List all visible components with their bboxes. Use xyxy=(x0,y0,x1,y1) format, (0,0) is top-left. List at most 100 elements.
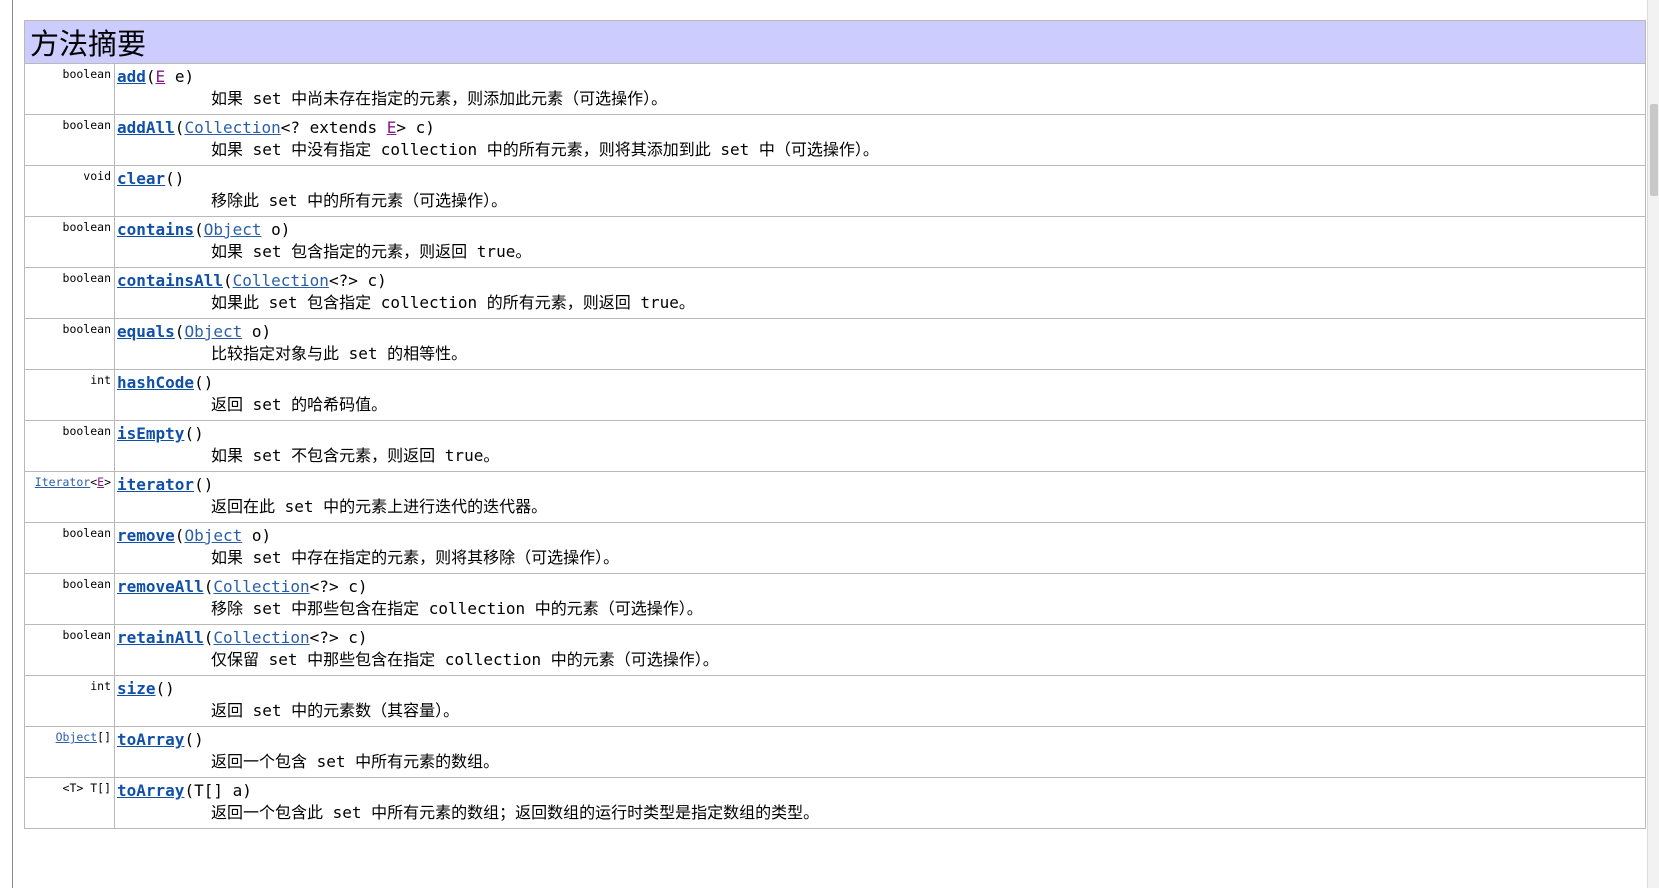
method-detail-cell: equals(Object o) 比较指定对象与此 set 的相等性。 xyxy=(114,318,1646,370)
method-return-type: boolean xyxy=(24,216,115,268)
method-name-link[interactable]: remove xyxy=(117,526,175,545)
method-row: Iterator<E> iterator() 返回在此 set 中的元素上进行迭代的… xyxy=(24,471,1646,523)
signature-text: ( xyxy=(174,118,185,137)
method-description: 返回一个包含此 set 中所有元素的数组；返回数组的运行时类型是指定数组的类型。 xyxy=(211,803,820,822)
param-type-link[interactable]: Collection xyxy=(213,628,309,647)
method-name-link[interactable]: removeAll xyxy=(117,577,204,596)
method-name-link[interactable]: iterator xyxy=(117,475,194,494)
return-type-text: boolean xyxy=(62,118,111,132)
signature-text: o) xyxy=(242,322,272,341)
method-signature: hashCode() xyxy=(117,372,1645,394)
param-type-link[interactable]: Object xyxy=(204,220,262,239)
method-detail-cell: containsAll(Collection<?> c) 如果此 set 包含指定… xyxy=(114,267,1646,319)
method-row: Object[] toArray() 返回一个包含 set 中所有元素的数组。 xyxy=(24,726,1646,778)
return-type-link[interactable]: Iterator xyxy=(35,475,90,489)
method-name-link[interactable]: hashCode xyxy=(117,373,194,392)
method-signature: size() xyxy=(117,678,1645,700)
method-name-link[interactable]: equals xyxy=(117,322,175,341)
method-signature: addAll(Collection<? extends E> c) xyxy=(117,117,1645,139)
method-description: 比较指定对象与此 set 的相等性。 xyxy=(211,344,468,363)
return-type-link[interactable]: Object xyxy=(56,730,98,744)
method-return-type: Iterator<E> xyxy=(24,471,115,523)
signature-text: ( xyxy=(145,67,156,86)
return-type-text: boolean xyxy=(62,526,111,540)
param-type-link[interactable]: Collection xyxy=(184,118,280,137)
signature-text: () xyxy=(194,373,214,392)
signature-text: ( xyxy=(174,526,185,545)
method-name-link[interactable]: clear xyxy=(117,169,165,188)
method-description: 如果 set 中存在指定的元素，则将其移除（可选操作）。 xyxy=(211,548,620,567)
method-row: boolean isEmpty() 如果 set 不包含元素，则返回 true。 xyxy=(24,420,1646,472)
method-return-type: void xyxy=(24,165,115,217)
signature-text: () xyxy=(184,424,204,443)
method-row: boolean remove(Object o) 如果 set 中存在指定的元素，则… xyxy=(24,522,1646,574)
method-detail-cell: iterator() 返回在此 set 中的元素上进行迭代的迭代器。 xyxy=(114,471,1646,523)
signature-text: <?> c) xyxy=(309,628,368,647)
method-name-link[interactable]: toArray xyxy=(117,730,184,749)
method-signature: isEmpty() xyxy=(117,423,1645,445)
scrollbar-thumb[interactable] xyxy=(1650,104,1658,196)
signature-text: o) xyxy=(242,526,272,545)
type-parameter-link[interactable]: E xyxy=(156,67,166,86)
method-description: 如果此 set 包含指定 collection 的所有元素，则返回 true。 xyxy=(211,293,695,312)
method-detail-cell: remove(Object o) 如果 set 中存在指定的元素，则将其移除（可选… xyxy=(114,522,1646,574)
method-row: int size() 返回 set 中的元素数（其容量）。 xyxy=(24,675,1646,727)
signature-text: ( xyxy=(203,577,214,596)
method-name-link[interactable]: toArray xyxy=(117,781,184,800)
method-name-link[interactable]: retainAll xyxy=(117,628,204,647)
method-signature: containsAll(Collection<?> c) xyxy=(117,270,1645,292)
method-return-type: boolean xyxy=(24,522,115,574)
method-return-type: boolean xyxy=(24,318,115,370)
method-name-link[interactable]: add xyxy=(117,67,146,86)
signature-text: () xyxy=(165,169,185,188)
method-name-link[interactable]: size xyxy=(117,679,156,698)
type-parameter-link[interactable]: E xyxy=(387,118,397,137)
method-return-type: boolean xyxy=(24,114,115,166)
vertical-scrollbar[interactable] xyxy=(1647,0,1659,888)
method-signature: removeAll(Collection<?> c) xyxy=(117,576,1645,598)
left-frame-border xyxy=(12,0,13,888)
method-description: 移除此 set 中的所有元素（可选操作）。 xyxy=(211,191,508,210)
return-type-text: boolean xyxy=(62,271,111,285)
method-name-link[interactable]: containsAll xyxy=(117,271,223,290)
method-description: 返回一个包含 set 中所有元素的数组。 xyxy=(211,752,500,771)
return-type-text: int xyxy=(90,679,111,693)
signature-text: e) xyxy=(165,67,195,86)
signature-text: () xyxy=(194,475,214,494)
method-return-type: int xyxy=(24,369,115,421)
method-name-link[interactable]: isEmpty xyxy=(117,424,184,443)
param-type-link[interactable]: Collection xyxy=(213,577,309,596)
method-name-link[interactable]: addAll xyxy=(117,118,175,137)
method-summary-table: 方法摘要 boolean add(E e) 如果 set 中尚未存在指定的元素，则添… xyxy=(24,20,1646,829)
param-type-link[interactable]: Object xyxy=(184,322,242,341)
method-detail-cell: add(E e) 如果 set 中尚未存在指定的元素，则添加此元素（可选操作）。 xyxy=(114,63,1646,115)
signature-text: () xyxy=(155,679,175,698)
method-return-type: boolean xyxy=(24,573,115,625)
signature-text: ( xyxy=(222,271,233,290)
param-type-link[interactable]: Object xyxy=(184,526,242,545)
method-detail-cell: size() 返回 set 中的元素数（其容量）。 xyxy=(114,675,1646,727)
method-description: 如果 set 中没有指定 collection 中的所有元素，则将其添加到此 s… xyxy=(211,140,879,159)
return-type-text: [] xyxy=(97,730,111,744)
method-detail-cell: addAll(Collection<? extends E> c) 如果 set … xyxy=(114,114,1646,166)
signature-text: ( xyxy=(203,628,214,647)
method-signature: retainAll(Collection<?> c) xyxy=(117,627,1645,649)
method-name-link[interactable]: contains xyxy=(117,220,194,239)
method-signature: equals(Object o) xyxy=(117,321,1645,343)
method-summary-header-row: 方法摘要 xyxy=(24,20,1646,64)
method-row: boolean add(E e) 如果 set 中尚未存在指定的元素，则添加此元素（… xyxy=(24,63,1646,115)
signature-text: ( xyxy=(174,322,185,341)
method-detail-cell: toArray() 返回一个包含 set 中所有元素的数组。 xyxy=(114,726,1646,778)
method-return-type: boolean xyxy=(24,624,115,676)
signature-text: <?> c) xyxy=(309,577,368,596)
method-detail-cell: retainAll(Collection<?> c) 仅保留 set 中那些包含在… xyxy=(114,624,1646,676)
method-row: <T> T[] toArray(T[] a) 返回一个包含此 set 中所有元素的数… xyxy=(24,777,1646,829)
param-type-link[interactable]: Collection xyxy=(233,271,329,290)
return-type-text: > xyxy=(104,475,111,489)
method-row: boolean removeAll(Collection<?> c) 移除 set … xyxy=(24,573,1646,625)
method-detail-cell: removeAll(Collection<?> c) 移除 set 中那些包含在指… xyxy=(114,573,1646,625)
method-description: 移除 set 中那些包含在指定 collection 中的元素（可选操作）。 xyxy=(211,599,703,618)
signature-text: o) xyxy=(261,220,291,239)
method-row: void clear() 移除此 set 中的所有元素（可选操作）。 xyxy=(24,165,1646,217)
signature-text: () xyxy=(184,730,204,749)
